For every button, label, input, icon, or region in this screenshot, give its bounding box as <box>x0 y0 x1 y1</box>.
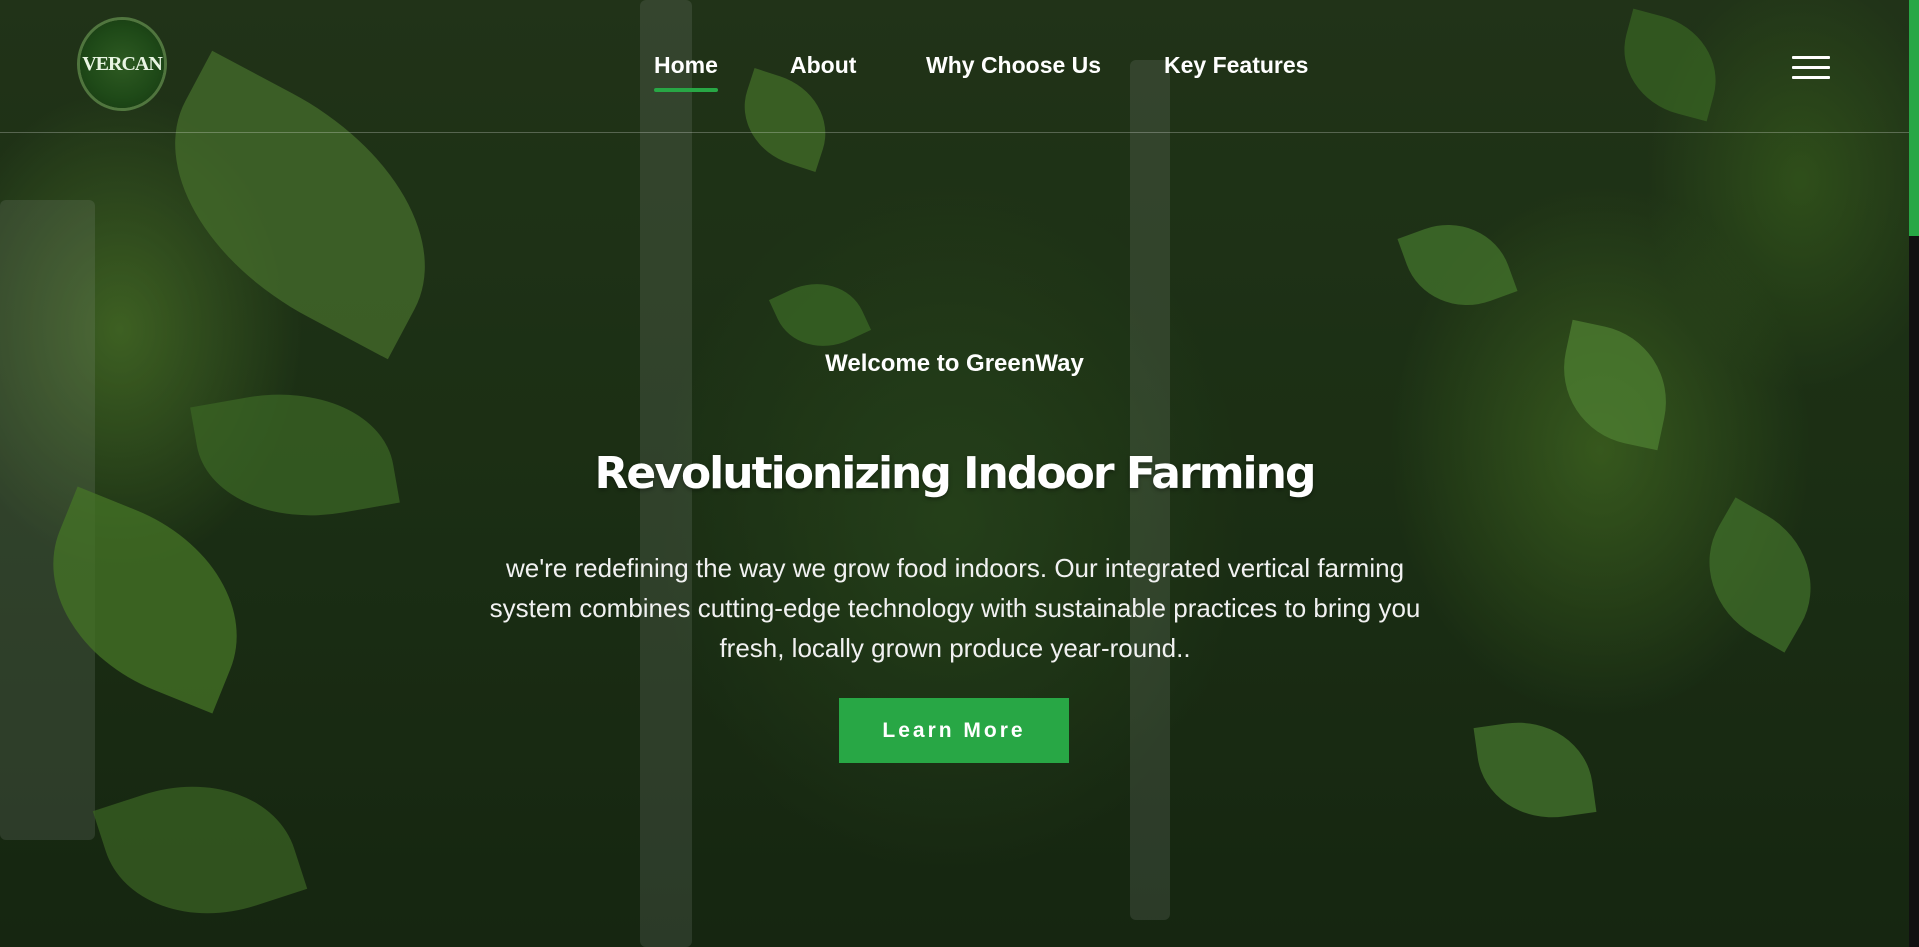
hero-description: we're redefining the way we grow food in… <box>489 553 1421 663</box>
nav-item-home[interactable]: Home <box>654 52 718 92</box>
hamburger-menu-icon[interactable] <box>1792 56 1830 80</box>
nav-item-key-features[interactable]: Key Features <box>1164 52 1308 79</box>
scrollbar-track[interactable] <box>1909 0 1919 947</box>
nav-item-why-choose-us[interactable]: Why Choose Us <box>926 52 1101 79</box>
hero-welcome-text: Welcome to GreenWay <box>825 350 1084 377</box>
hero-title: Revolutionizing Indoor Farming <box>594 448 1317 499</box>
scrollbar-thumb[interactable] <box>1909 0 1919 236</box>
nav-item-about[interactable]: About <box>790 52 856 79</box>
site-header: VERCAN Home About Why Choose Us Key Feat… <box>0 0 1909 133</box>
main-nav: Home About Why Choose Us Key Features <box>0 52 1909 92</box>
learn-more-button[interactable]: Learn More <box>839 698 1069 763</box>
